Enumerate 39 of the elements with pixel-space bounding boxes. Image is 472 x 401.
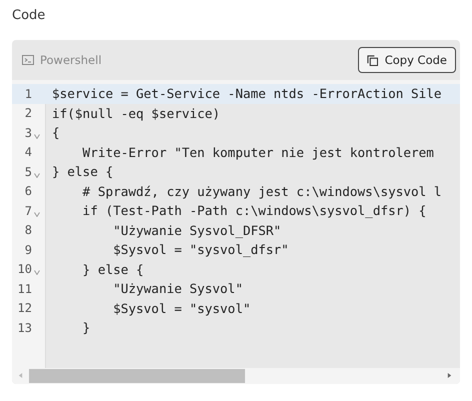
code-line: "Używanie Sysvol_DFSR" — [112, 222, 282, 238]
line-number: 7 — [24, 204, 32, 218]
code-line: "Używanie Sysvol" — [112, 281, 243, 296]
copy-icon — [366, 54, 378, 66]
line-number: 11 — [18, 282, 32, 296]
line-number: 5 — [24, 164, 32, 179]
line-number: 2 — [24, 106, 32, 120]
line-number: 12 — [18, 301, 32, 316]
scroll-left-icon[interactable] — [18, 372, 23, 379]
line-number: 9 — [24, 242, 32, 257]
language-label: Powershell — [40, 53, 102, 67]
line-number: 10 — [18, 262, 32, 276]
scroll-right-icon[interactable] — [447, 372, 452, 379]
terminal-icon — [22, 54, 34, 66]
code-line: if (Test-Path -Path c:\windows\sysvol_dfsr) { — [82, 203, 426, 218]
code-line: $Sysvol = "sysvol_dfsr" — [112, 242, 289, 258]
line-number: 13 — [18, 320, 32, 335]
code-line: } — [82, 320, 90, 336]
fold-chevron-icon[interactable] — [34, 270, 40, 276]
fold-chevron-icon[interactable] — [34, 212, 40, 217]
line-number: 1 — [24, 86, 32, 101]
code-line: } else { — [82, 262, 144, 277]
line-number: 3 — [24, 126, 32, 140]
line-number: 8 — [24, 223, 32, 238]
code-line: $service = Get-Service -Name ntds -ErrorAction Sile — [52, 86, 442, 102]
code-line: Write-Error "Ten komputer nie jest kontrolerem — [82, 144, 434, 160]
code-line: } else { — [52, 164, 114, 180]
fold-chevron-icon[interactable] — [34, 134, 40, 139]
copy-code-button[interactable]: Copy Code — [358, 47, 456, 73]
code-line: if($null -eq $service) — [52, 106, 220, 121]
fold-chevron-icon[interactable] — [34, 172, 40, 178]
code-line: { — [52, 125, 60, 140]
line-number: 6 — [24, 184, 32, 198]
line-number: 4 — [24, 145, 32, 160]
code-line: # Sprawdź, czy używany jest c:\windows\sysvol l — [82, 184, 442, 199]
scrollbar-thumb[interactable] — [29, 368, 245, 382]
section-heading: Code — [12, 7, 46, 25]
horizontal-scrollbar[interactable] — [12, 368, 460, 384]
code-line: $Sysvol = "sysvol" — [112, 300, 251, 316]
